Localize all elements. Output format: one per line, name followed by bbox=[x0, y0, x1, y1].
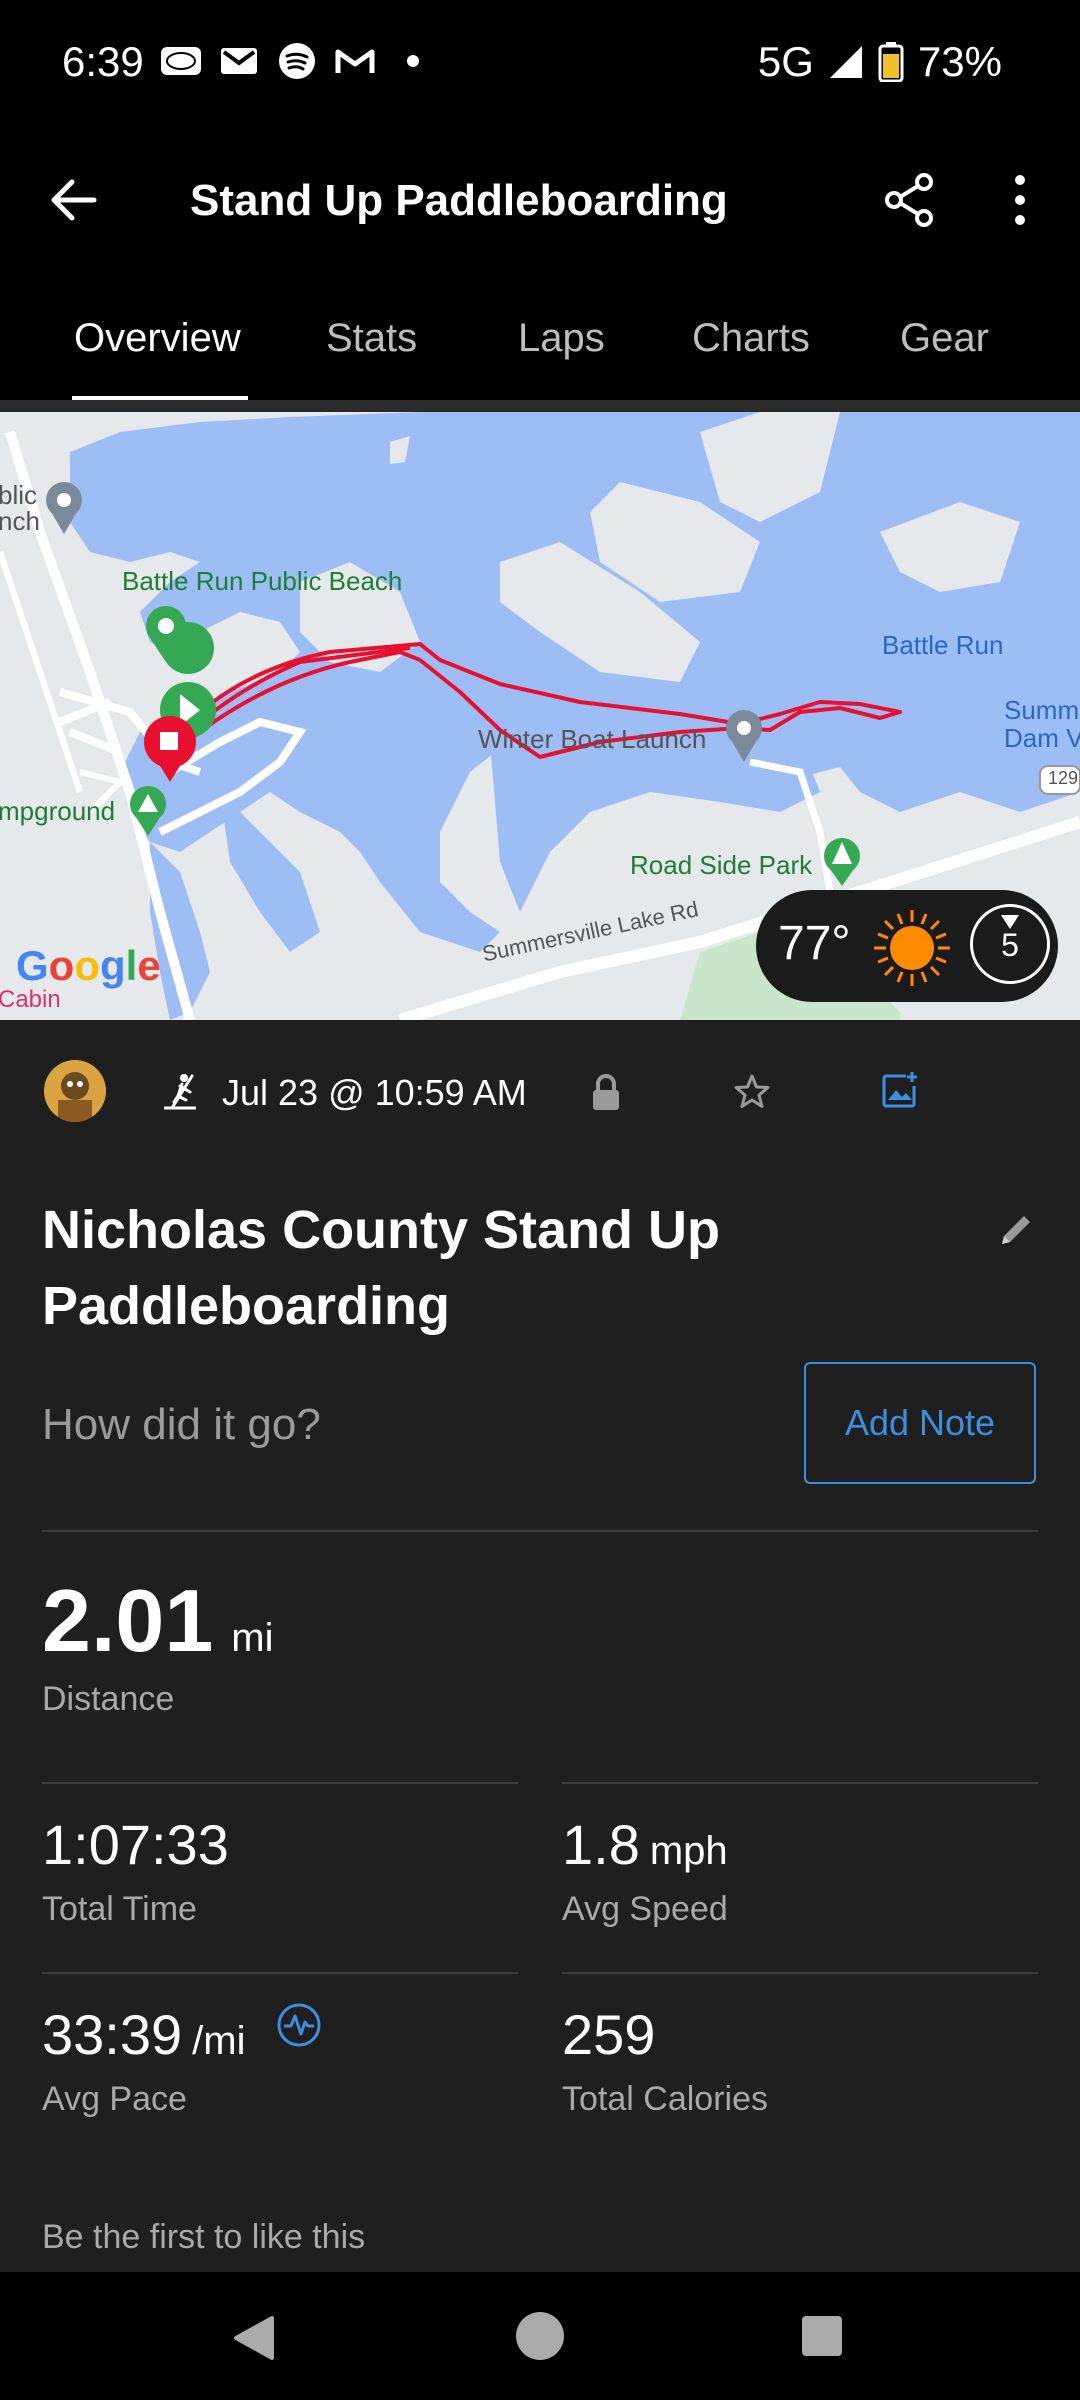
activity-title: Nicholas County Stand Up Paddleboarding bbox=[42, 1200, 721, 1336]
gmail-icon bbox=[218, 40, 260, 82]
status-time: 6:39 bbox=[62, 38, 144, 85]
avg-speed-value: 1.8 bbox=[562, 1813, 640, 1876]
activity-date: Jul 23 @ 10:59 AM bbox=[222, 1072, 527, 1113]
add-note-button[interactable]: Add Note bbox=[804, 1362, 1036, 1484]
divider bbox=[42, 1530, 1038, 1532]
heart-rate-icon[interactable] bbox=[276, 2002, 322, 2048]
ford-icon bbox=[160, 40, 202, 82]
google-logo: Google bbox=[16, 942, 161, 989]
map-label-cabin: Cabin bbox=[0, 986, 61, 1013]
status-right: 5G 73% bbox=[758, 38, 1002, 86]
weather-temperature: 77° bbox=[778, 917, 851, 970]
avatar[interactable] bbox=[44, 1060, 106, 1122]
total-time-label: Total Time bbox=[42, 1890, 197, 1928]
share-icon[interactable] bbox=[880, 170, 940, 230]
star-icon[interactable] bbox=[732, 1072, 772, 1112]
map-label-beach: Battle Run Public Beach bbox=[122, 566, 403, 596]
tab-laps[interactable]: Laps bbox=[518, 316, 605, 361]
note-input[interactable]: How did it go? bbox=[42, 1400, 321, 1450]
nav-recents-icon[interactable] bbox=[802, 2316, 842, 2356]
gmail-m-icon bbox=[334, 40, 376, 82]
paddleboard-icon bbox=[160, 1072, 200, 1112]
distance-value: 2.01 bbox=[42, 1571, 214, 1670]
back-arrow-icon[interactable] bbox=[44, 170, 104, 230]
map-label-battle-run: Battle Run bbox=[882, 630, 1004, 660]
status-bar: 6:39 5G 73% bbox=[0, 0, 1080, 130]
map-label-winter-boat-launch: Winter Boat Launch bbox=[478, 724, 707, 754]
add-photo-icon[interactable] bbox=[880, 1070, 920, 1110]
divider bbox=[42, 1972, 518, 1974]
map-label-public-branch: blic nch bbox=[0, 480, 40, 536]
divider bbox=[562, 1782, 1038, 1784]
avg-pace-value: 33:39 bbox=[42, 2003, 183, 2066]
divider bbox=[562, 1972, 1038, 1974]
edit-pencil-icon[interactable] bbox=[996, 1210, 1036, 1250]
battery-icon bbox=[878, 42, 904, 82]
page-title: Stand Up Paddleboarding bbox=[190, 176, 728, 225]
tab-charts[interactable]: Charts bbox=[692, 316, 810, 361]
avg-pace-label: Avg Pace bbox=[42, 2080, 187, 2118]
route-map[interactable]: blic nch Battle Run Public Beach Battle R… bbox=[0, 412, 1080, 1020]
map-label-road-number: 129 bbox=[1048, 768, 1079, 788]
divider bbox=[42, 1782, 518, 1784]
distance-unit: mi bbox=[231, 1616, 274, 1660]
weather-badge[interactable]: 77° 5 bbox=[756, 890, 1058, 1002]
network-type: 5G bbox=[757, 38, 814, 85]
total-time-value: 1:07:33 bbox=[42, 1813, 229, 1876]
app-bar: Stand Up Paddleboarding bbox=[0, 130, 1080, 280]
total-calories-value: 259 bbox=[562, 2003, 656, 2066]
spotify-icon bbox=[276, 40, 318, 82]
tab-gear[interactable]: Gear bbox=[900, 316, 989, 361]
wind-speed: 5 bbox=[1001, 927, 1019, 963]
notification-icons bbox=[160, 40, 434, 82]
activity-meta-row: Jul 23 @ 10:59 AM bbox=[0, 1060, 1080, 1150]
map-label-road-side-park: Road Side Park bbox=[630, 850, 813, 880]
wind-indicator: 5 bbox=[970, 904, 1050, 984]
tab-stats[interactable]: Stats bbox=[326, 316, 417, 361]
tab-bar: Overview Stats Laps Charts Gear bbox=[0, 280, 1080, 401]
system-nav-bar bbox=[0, 2272, 1080, 2400]
signal-icon bbox=[829, 46, 862, 78]
avg-speed-stat: 1.8 mph bbox=[562, 1812, 728, 1877]
avg-speed-label: Avg Speed bbox=[562, 1890, 728, 1928]
avg-pace-stat: 33:39/mi bbox=[42, 2002, 245, 2067]
nav-home-icon[interactable] bbox=[516, 2312, 564, 2360]
avg-speed-unit: mph bbox=[649, 1829, 728, 1873]
nav-back-icon[interactable] bbox=[232, 2314, 276, 2367]
distance-stat: 2.01 mi bbox=[42, 1570, 274, 1672]
avg-pace-unit: /mi bbox=[192, 2019, 246, 2063]
battery-percent: 73% bbox=[917, 38, 1002, 85]
tab-divider bbox=[0, 400, 1080, 412]
likes-text[interactable]: Be the first to like this bbox=[42, 2218, 365, 2257]
lock-icon[interactable] bbox=[588, 1072, 624, 1112]
map-label-campground: mpground bbox=[0, 796, 116, 826]
distance-label: Distance bbox=[42, 1680, 175, 1718]
more-options-icon[interactable] bbox=[1000, 170, 1040, 230]
dot-icon bbox=[392, 40, 434, 82]
tab-overview[interactable]: Overview bbox=[74, 316, 241, 361]
map-label-dam-view: SummDam Vie bbox=[1004, 695, 1080, 753]
total-calories-label: Total Calories bbox=[562, 2080, 768, 2118]
